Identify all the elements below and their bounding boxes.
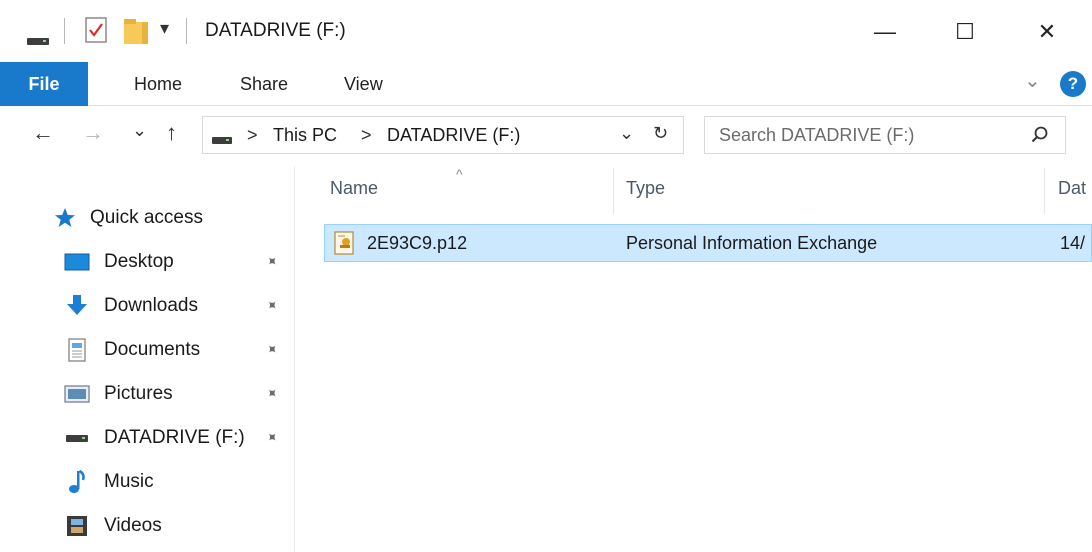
tab-home[interactable]: Home	[134, 62, 182, 106]
address-bar[interactable]: > This PC > DATADRIVE (F:) ⌄ ↻	[202, 116, 684, 154]
drive-icon	[211, 133, 233, 151]
ribbon-expand-icon[interactable]: ⌄	[1024, 68, 1041, 93]
sidebar-item-quick-access[interactable]: Quick access	[0, 200, 295, 236]
search-box[interactable]	[704, 116, 1066, 154]
close-button[interactable]: ✕	[1022, 12, 1072, 52]
breadcrumb-separator: >	[247, 125, 258, 145]
tab-share[interactable]: Share	[240, 62, 288, 106]
drive-icon	[64, 427, 90, 449]
sidebar-item-label: Downloads	[104, 295, 198, 316]
desktop-icon	[64, 251, 90, 273]
sort-ascending-icon: ^	[456, 166, 463, 182]
navigation-pane: Quick access Desktop ✦ Downloads ✦ Docum…	[0, 166, 295, 552]
pin-icon[interactable]: ✦	[262, 339, 282, 359]
back-arrow-icon[interactable]: ←	[32, 120, 54, 146]
column-divider[interactable]	[613, 168, 614, 214]
tab-file[interactable]: File	[0, 62, 88, 106]
maximize-icon: ☐	[955, 19, 975, 44]
pin-icon[interactable]: ✦	[262, 295, 282, 315]
up-arrow-icon[interactable]: ↑	[166, 120, 177, 146]
customize-dropdown-icon[interactable]: ▾	[160, 18, 169, 39]
search-icon[interactable]	[1031, 126, 1049, 149]
drive-icon[interactable]	[26, 34, 50, 52]
title-bar: ▾ DATADRIVE (F:) — ☐ ✕	[0, 0, 1092, 62]
pin-icon[interactable]: ✦	[262, 383, 282, 403]
sidebar-item-label: Documents	[104, 339, 201, 360]
forward-arrow-icon[interactable]: →	[82, 120, 104, 146]
downloads-icon	[64, 295, 90, 317]
sidebar-item-label: Pictures	[104, 383, 173, 404]
breadcrumb-separator: >	[361, 125, 372, 145]
properties-checkmark-icon[interactable]	[84, 16, 108, 49]
minimize-button[interactable]: —	[860, 12, 910, 52]
breadcrumb-datadrive[interactable]: DATADRIVE (F:)	[387, 125, 520, 146]
certificate-file-icon	[333, 231, 357, 260]
help-icon[interactable]: ?	[1060, 71, 1086, 97]
table-row[interactable]: 2E93C9.p12 Personal Information Exchange…	[324, 224, 1092, 262]
pictures-icon	[64, 383, 90, 405]
column-header-name[interactable]: Name	[330, 178, 378, 199]
sidebar-item-label: Music	[104, 471, 154, 492]
sidebar-item-desktop[interactable]: Desktop ✦	[0, 244, 295, 280]
sidebar-item-pictures[interactable]: Pictures ✦	[0, 376, 295, 412]
refresh-icon[interactable]: ↻	[653, 123, 668, 144]
column-header-type[interactable]: Type	[626, 178, 665, 199]
videos-icon	[64, 515, 90, 537]
file-list: ^ Name Type Dat 2E93C9.p12 Personal Info…	[296, 166, 1092, 552]
file-name: 2E93C9.p12	[367, 233, 468, 253]
pin-icon[interactable]: ✦	[262, 427, 282, 447]
pin-icon[interactable]: ✦	[262, 251, 282, 271]
documents-icon	[64, 338, 90, 362]
close-icon: ✕	[1037, 19, 1057, 44]
music-icon	[64, 469, 90, 493]
minimize-icon: —	[874, 19, 896, 44]
sidebar-item-label: Desktop	[104, 251, 174, 272]
search-input[interactable]	[719, 123, 1019, 147]
sidebar-item-label: DATADRIVE (F:)	[104, 427, 245, 448]
ribbon-tabs: File Home Share View ⌄ ?	[0, 62, 1092, 106]
new-folder-icon[interactable]	[122, 16, 150, 51]
breadcrumb-this-pc[interactable]: This PC	[273, 125, 337, 146]
sidebar-item-downloads[interactable]: Downloads ✦	[0, 288, 295, 324]
address-dropdown-icon[interactable]: ⌄	[619, 123, 634, 144]
sidebar-item-music[interactable]: Music	[0, 464, 295, 500]
sidebar-item-label: Videos	[104, 515, 162, 536]
maximize-button[interactable]: ☐	[940, 12, 990, 52]
tab-view[interactable]: View	[344, 62, 383, 106]
star-icon	[52, 207, 78, 229]
sidebar-item-datadrive[interactable]: DATADRIVE (F:) ✦	[0, 420, 295, 456]
column-header-date[interactable]: Dat	[1058, 178, 1086, 199]
recent-locations-icon[interactable]: ⌄	[132, 120, 147, 141]
column-divider[interactable]	[1044, 168, 1045, 214]
sidebar-item-label: Quick access	[90, 207, 203, 228]
navigation-bar: ← → ⌄ ↑ > This PC > DATADRIVE (F:) ⌄ ↻	[0, 106, 1092, 166]
window-title: DATADRIVE (F:)	[205, 20, 346, 41]
sidebar-item-videos[interactable]: Videos	[0, 508, 295, 544]
file-date: 14/	[1060, 233, 1086, 253]
file-type: Personal Information Exchange	[626, 233, 878, 253]
sidebar-item-documents[interactable]: Documents ✦	[0, 332, 295, 368]
